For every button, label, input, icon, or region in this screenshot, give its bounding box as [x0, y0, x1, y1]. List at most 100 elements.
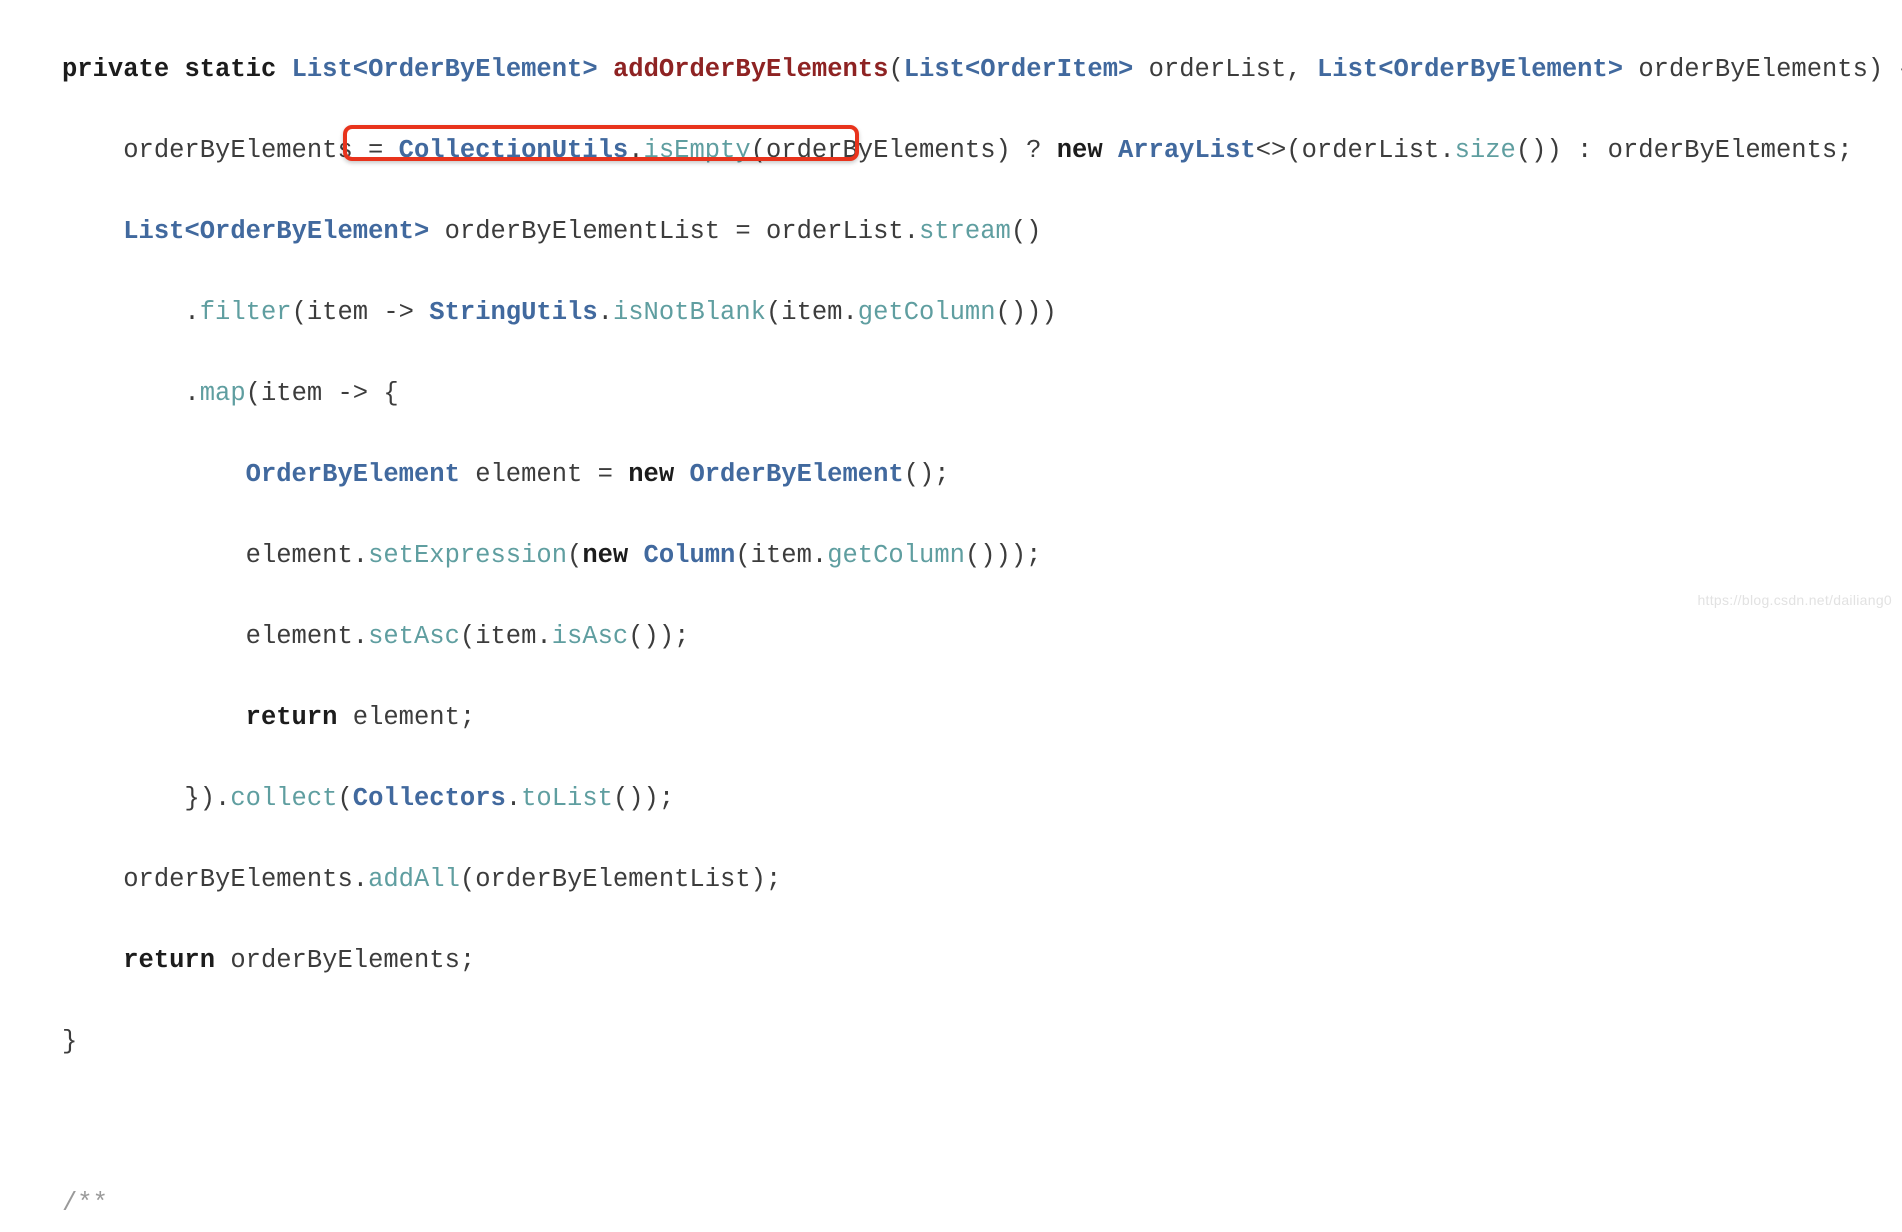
- code-token-plain: (item.: [735, 541, 827, 570]
- code-token-type: CollectionUtils: [399, 136, 629, 165]
- code-token-type: List: [1317, 55, 1378, 84]
- code-token-keyword: return: [246, 703, 338, 732]
- code-token-type: OrderItem: [980, 55, 1118, 84]
- code-line: .map(item -> {: [0, 374, 1902, 415]
- code-line: List<OrderByElement> orderByElementList …: [0, 212, 1902, 253]
- code-indent: [62, 460, 246, 489]
- code-token-method: addAll: [368, 865, 460, 894]
- code-token-type: <: [1378, 55, 1393, 84]
- code-token-method: stream: [919, 217, 1011, 246]
- code-token-plain: orderByElements.: [123, 865, 368, 894]
- code-token-method: setAsc: [368, 622, 460, 651]
- code-token-type: Column: [644, 541, 736, 570]
- code-token-plain: .: [628, 136, 643, 165]
- code-token-plain: (: [337, 784, 352, 813]
- code-token-plain: ()) : orderByElements;: [1516, 136, 1853, 165]
- code-token-plain: .: [184, 379, 199, 408]
- code-indent: [62, 541, 246, 570]
- code-token-comment: /**: [62, 1189, 108, 1218]
- code-line: /**: [0, 1184, 1902, 1225]
- code-token-plain: <>(orderList.: [1256, 136, 1455, 165]
- code-token-plain: [598, 55, 613, 84]
- code-token-method: isAsc: [552, 622, 629, 651]
- code-token-type: ArrayList: [1118, 136, 1256, 165]
- code-token-plain: }: [62, 1027, 77, 1056]
- code-token-plain: element.: [246, 541, 368, 570]
- code-indent: [62, 784, 184, 813]
- code-token-plain: ());: [628, 622, 689, 651]
- code-token-plain: ());: [613, 784, 674, 813]
- code-token-plain: element.: [246, 622, 368, 651]
- code-token-plain: ();: [904, 460, 950, 489]
- code-token-type: List: [904, 55, 965, 84]
- code-token-plain: orderList,: [1133, 55, 1317, 84]
- code-line: }: [0, 1022, 1902, 1063]
- code-line: private static List<OrderByElement> addO…: [0, 50, 1902, 91]
- code-token-type: OrderByElement: [368, 55, 582, 84]
- code-token-keyword: return: [123, 946, 215, 975]
- code-token-keyword: static: [184, 55, 276, 84]
- code-line: [0, 1103, 1902, 1144]
- code-line: element.setAsc(item.isAsc());: [0, 617, 1902, 658]
- code-token-plain: [674, 460, 689, 489]
- code-token-plain: orderByElements;: [215, 946, 475, 975]
- code-token-method: isEmpty: [644, 136, 751, 165]
- code-token-plain: ())): [996, 298, 1057, 327]
- code-token-type: >: [582, 55, 597, 84]
- code-line: .filter(item -> StringUtils.isNotBlank(i…: [0, 293, 1902, 334]
- code-indent: [62, 622, 246, 651]
- code-token-method: size: [1455, 136, 1516, 165]
- code-indent: [62, 217, 123, 246]
- java-code-block: private static List<OrderByElement> addO…: [0, 26, 1902, 1232]
- code-line: return orderByElements;: [0, 941, 1902, 982]
- code-token-type: <: [353, 55, 368, 84]
- code-token-plain: [169, 55, 184, 84]
- code-token-type: >: [1118, 55, 1133, 84]
- code-token-plain: (item.: [460, 622, 552, 651]
- code-line: return element;: [0, 698, 1902, 739]
- code-token-plain: orderByElements) {: [1623, 55, 1902, 84]
- code-token-plain: (item ->: [292, 298, 430, 327]
- code-token-method: getColumn: [827, 541, 965, 570]
- code-token-type: >: [1608, 55, 1623, 84]
- code-token-method: collect: [230, 784, 337, 813]
- code-token-method: setExpression: [368, 541, 567, 570]
- code-token-type: OrderByElement: [689, 460, 903, 489]
- code-token-decl: addOrderByElements: [613, 55, 888, 84]
- code-token-type: <: [184, 217, 199, 246]
- code-token-keyword: new: [582, 541, 628, 570]
- code-token-plain: (item.: [766, 298, 858, 327]
- code-token-plain: ()));: [965, 541, 1042, 570]
- code-token-type: OrderByElement: [246, 460, 460, 489]
- code-token-plain: element =: [460, 460, 628, 489]
- code-screenshot: private static List<OrderByElement> addO…: [0, 0, 1902, 616]
- watermark-text: https://blog.csdn.net/dailiang0: [1697, 592, 1892, 608]
- code-token-plain: (: [888, 55, 903, 84]
- code-token-plain: [276, 55, 291, 84]
- code-token-type: >: [414, 217, 429, 246]
- code-token-type: List: [123, 217, 184, 246]
- code-indent: [62, 946, 123, 975]
- code-token-plain: }).: [184, 784, 230, 813]
- code-token-plain: [1103, 136, 1118, 165]
- code-token-method: map: [200, 379, 246, 408]
- code-line: orderByElements = CollectionUtils.isEmpt…: [0, 131, 1902, 172]
- code-token-type: OrderByElement: [200, 217, 414, 246]
- code-token-plain: (): [1011, 217, 1042, 246]
- code-token-keyword: private: [62, 55, 169, 84]
- code-indent: [62, 379, 184, 408]
- code-indent: [62, 703, 246, 732]
- code-token-plain: orderByElements =: [123, 136, 398, 165]
- code-token-plain: [628, 541, 643, 570]
- code-token-plain: .: [184, 298, 199, 327]
- code-token-plain: element;: [337, 703, 475, 732]
- code-line: OrderByElement element = new OrderByElem…: [0, 455, 1902, 496]
- code-token-plain: .: [506, 784, 521, 813]
- code-token-plain: .: [598, 298, 613, 327]
- code-token-plain: (orderByElementList);: [460, 865, 781, 894]
- code-token-plain: (: [567, 541, 582, 570]
- code-token-method: toList: [521, 784, 613, 813]
- code-line: orderByElements.addAll(orderByElementLis…: [0, 860, 1902, 901]
- code-token-keyword: new: [1057, 136, 1103, 165]
- code-token-keyword: new: [628, 460, 674, 489]
